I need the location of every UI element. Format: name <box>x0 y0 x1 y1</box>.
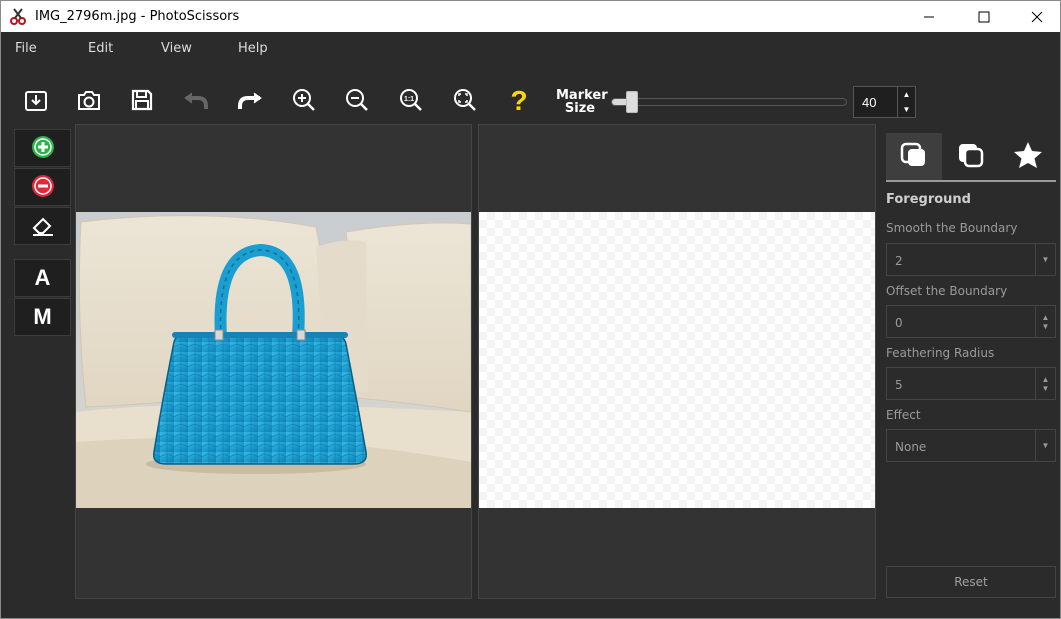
chevron-down-icon[interactable]: ▼ <box>1035 430 1055 461</box>
spin-up-icon[interactable]: ▲ <box>898 87 915 102</box>
foreground-tab-icon <box>899 141 929 172</box>
svg-text:1:1: 1:1 <box>404 96 414 103</box>
open-icon[interactable] <box>21 85 51 115</box>
zoom-actual-icon[interactable]: 1:1 <box>396 85 426 115</box>
eraser-icon <box>30 213 56 240</box>
zoom-in-icon[interactable] <box>289 85 319 115</box>
camera-icon[interactable] <box>74 85 104 115</box>
window-title: IMG_2796m.jpg - PhotoScissors <box>35 9 240 24</box>
smooth-boundary-label: Smooth the Boundary <box>886 221 1018 235</box>
spin-icon[interactable]: ▲ ▼ <box>1035 306 1055 337</box>
close-button[interactable] <box>1014 1 1060 32</box>
smooth-boundary-value: 2 <box>895 254 903 268</box>
menu-view[interactable]: View <box>161 41 192 56</box>
eraser-button[interactable] <box>14 207 71 245</box>
toolbar: 1:1 ? Marker Size 40 ▲ ▼ <box>1 81 1060 123</box>
spin-down-icon[interactable]: ▼ <box>1042 384 1050 393</box>
foreground-marker-button[interactable] <box>14 129 71 167</box>
background-tab-icon <box>956 141 986 172</box>
scissors-app-icon <box>9 8 27 26</box>
chevron-down-icon[interactable]: ▼ <box>1035 244 1055 275</box>
manual-mode-label: M <box>33 304 52 329</box>
tab-foreground[interactable] <box>886 133 942 180</box>
result-transparent-canvas[interactable] <box>479 212 875 508</box>
maximize-button[interactable] <box>961 1 1007 32</box>
smooth-boundary-select[interactable]: 2 ▼ <box>886 243 1056 276</box>
menu-edit[interactable]: Edit <box>88 41 113 56</box>
spin-up-icon[interactable]: ▲ <box>1042 313 1050 322</box>
spin-down-icon[interactable]: ▼ <box>898 102 915 117</box>
svg-text:?: ? <box>510 86 527 114</box>
spin-down-icon[interactable]: ▼ <box>1042 322 1050 331</box>
marker-size-value[interactable]: 40 <box>862 95 876 110</box>
effects-star-icon <box>1013 141 1043 172</box>
result-image-pane[interactable] <box>478 124 876 599</box>
zoom-fit-icon[interactable] <box>450 85 480 115</box>
help-icon[interactable]: ? <box>504 85 534 115</box>
zoom-out-icon[interactable] <box>342 85 372 115</box>
marker-size-label-text: Marker Size <box>556 88 608 116</box>
app-window: IMG_2796m.jpg - PhotoScissors File Edit … <box>0 0 1061 619</box>
feathering-radius-label: Feathering Radius <box>886 346 995 360</box>
spin-icon[interactable]: ▲ ▼ <box>1035 368 1055 399</box>
feathering-radius-stepper[interactable]: 5 ▲ ▼ <box>886 367 1056 400</box>
spin-up-icon[interactable]: ▲ <box>1042 375 1050 384</box>
section-title: Foreground <box>886 192 971 207</box>
reset-button[interactable]: Reset <box>886 566 1056 598</box>
tab-effects[interactable] <box>1000 133 1056 180</box>
feathering-radius-value[interactable]: 5 <box>895 378 903 392</box>
menu-file[interactable]: File <box>15 41 37 56</box>
save-icon[interactable] <box>127 85 157 115</box>
marker-size-stepper[interactable]: 40 ▲ ▼ <box>853 86 916 118</box>
marker-size-spin[interactable]: ▲ ▼ <box>897 87 915 117</box>
settings-panel: Foreground Smooth the Boundary 2 ▼ Offse… <box>881 124 1060 604</box>
redo-icon[interactable] <box>235 85 265 115</box>
tab-underline <box>886 180 1056 182</box>
foreground-marker-icon <box>31 135 55 162</box>
background-marker-button[interactable] <box>14 168 71 206</box>
title-bar: IMG_2796m.jpg - PhotoScissors <box>1 1 1060 32</box>
effect-label: Effect <box>886 408 921 422</box>
effect-value: None <box>895 440 927 454</box>
offset-boundary-value[interactable]: 0 <box>895 316 903 330</box>
marker-size-label: Marker Size <box>556 88 608 116</box>
effect-select[interactable]: None ▼ <box>886 429 1056 462</box>
undo-icon[interactable] <box>181 85 211 115</box>
source-photo[interactable] <box>76 212 471 508</box>
background-marker-icon <box>31 174 55 201</box>
marker-size-slider[interactable] <box>611 91 847 113</box>
minimize-button[interactable] <box>906 1 952 32</box>
tab-background[interactable] <box>943 133 999 180</box>
marker-size-slider-thumb[interactable] <box>625 91 638 113</box>
menu-bar: File Edit View Help <box>1 32 1060 81</box>
offset-boundary-label: Offset the Boundary <box>886 284 1008 298</box>
auto-mode-label: A <box>34 265 51 290</box>
source-image-pane[interactable] <box>75 124 472 599</box>
auto-mode-button[interactable]: A <box>14 259 71 297</box>
offset-boundary-stepper[interactable]: 0 ▲ ▼ <box>886 305 1056 338</box>
menu-help[interactable]: Help <box>238 41 268 56</box>
manual-mode-button[interactable]: M <box>14 298 71 336</box>
